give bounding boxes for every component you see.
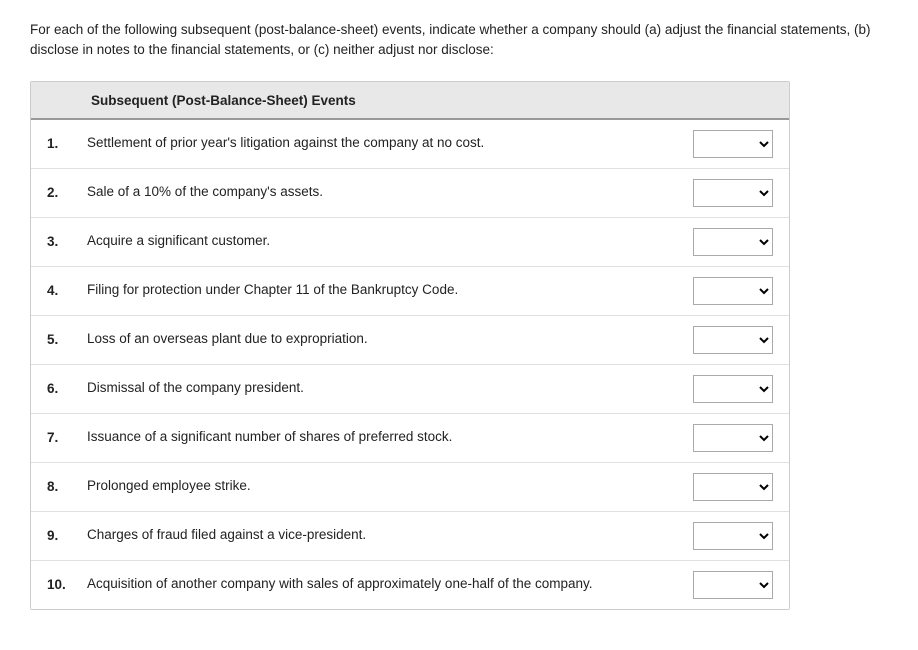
table-row: 3.Acquire a significant customer.abc [31, 218, 789, 267]
events-table: Subsequent (Post-Balance-Sheet) Events 1… [30, 81, 790, 610]
table-row: 10.Acquisition of another company with s… [31, 561, 789, 609]
row-9-select[interactable]: abc [693, 522, 773, 550]
row-event-text: Acquisition of another company with sale… [87, 575, 693, 594]
row-7-select[interactable]: abc [693, 424, 773, 452]
row-10-select[interactable]: abc [693, 571, 773, 599]
row-event-text: Acquire a significant customer. [87, 232, 693, 251]
row-5-select[interactable]: abc [693, 326, 773, 354]
row-event-text: Loss of an overseas plant due to expropr… [87, 330, 693, 349]
table-header: Subsequent (Post-Balance-Sheet) Events [31, 82, 789, 120]
row-event-text: Filing for protection under Chapter 11 o… [87, 281, 693, 300]
table-row: 6.Dismissal of the company president.abc [31, 365, 789, 414]
row-2-select[interactable]: abc [693, 179, 773, 207]
table-row: 4.Filing for protection under Chapter 11… [31, 267, 789, 316]
row-number: 4. [47, 283, 87, 298]
row-6-select[interactable]: abc [693, 375, 773, 403]
row-number: 6. [47, 381, 87, 396]
row-number: 7. [47, 430, 87, 445]
row-event-text: Issuance of a significant number of shar… [87, 428, 693, 447]
table-header-label: Subsequent (Post-Balance-Sheet) Events [91, 93, 356, 108]
table-row: 8.Prolonged employee strike.abc [31, 463, 789, 512]
row-event-text: Dismissal of the company president. [87, 379, 693, 398]
table-row: 2.Sale of a 10% of the company's assets.… [31, 169, 789, 218]
row-event-text: Sale of a 10% of the company's assets. [87, 183, 693, 202]
row-number: 10. [47, 577, 87, 592]
row-number: 9. [47, 528, 87, 543]
row-number: 2. [47, 185, 87, 200]
intro-text: For each of the following subsequent (po… [30, 20, 888, 61]
row-8-select[interactable]: abc [693, 473, 773, 501]
table-row: 5.Loss of an overseas plant due to expro… [31, 316, 789, 365]
table-row: 7.Issuance of a significant number of sh… [31, 414, 789, 463]
row-number: 5. [47, 332, 87, 347]
table-row: 1.Settlement of prior year's litigation … [31, 120, 789, 169]
row-number: 3. [47, 234, 87, 249]
row-4-select[interactable]: abc [693, 277, 773, 305]
row-event-text: Settlement of prior year's litigation ag… [87, 134, 693, 153]
row-1-select[interactable]: abc [693, 130, 773, 158]
row-number: 8. [47, 479, 87, 494]
table-row: 9.Charges of fraud filed against a vice-… [31, 512, 789, 561]
row-number: 1. [47, 136, 87, 151]
row-3-select[interactable]: abc [693, 228, 773, 256]
row-event-text: Charges of fraud filed against a vice-pr… [87, 526, 693, 545]
row-event-text: Prolonged employee strike. [87, 477, 693, 496]
